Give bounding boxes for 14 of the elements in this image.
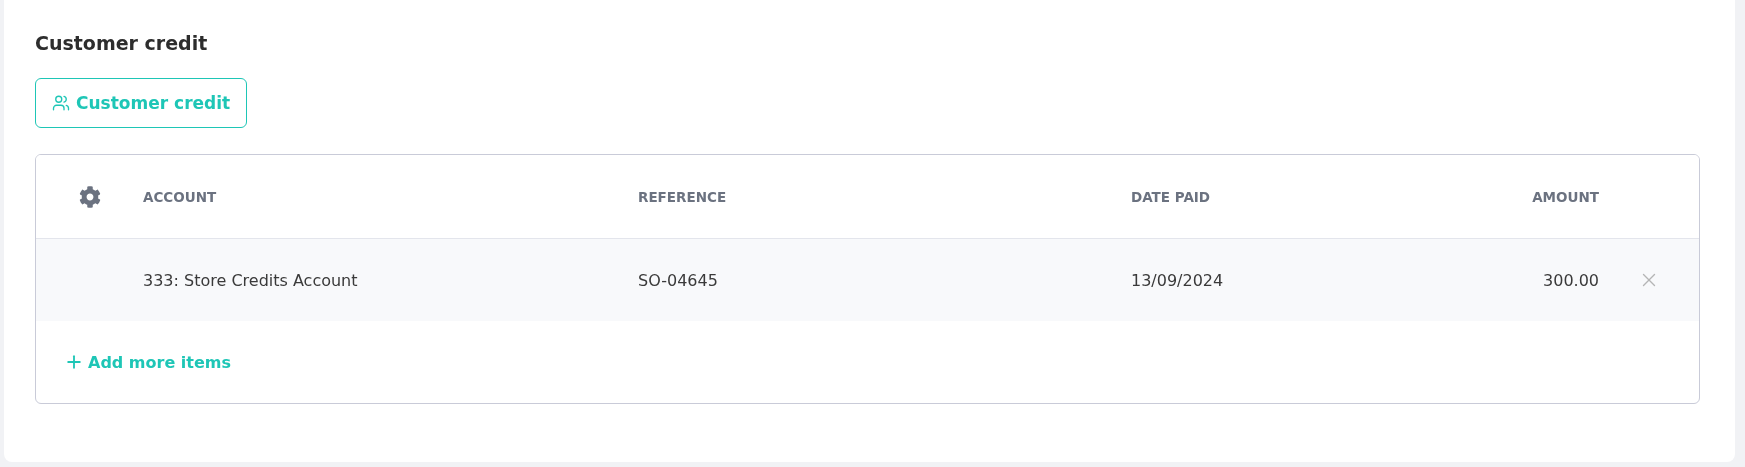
column-header: DATE PAID	[1131, 188, 1212, 205]
users-icon	[52, 94, 70, 112]
settings-icon[interactable]	[78, 185, 101, 208]
section-title: Customer credit	[35, 31, 209, 56]
table-cell-text: 13/09/2024	[1131, 270, 1225, 290]
table-cell-text: SO-04645	[638, 270, 719, 290]
customer-credit-button[interactable]: Customer credit	[35, 78, 248, 128]
table-cell-text: 333: Store Credits Account	[143, 270, 359, 290]
column-header: AMOUNT	[1531, 188, 1599, 205]
column-header: ACCOUNT	[143, 188, 218, 205]
column-header: REFERENCE	[638, 188, 728, 205]
add-items-link[interactable]: Add more items	[64, 352, 231, 372]
table-cell-text: 300.00	[1542, 270, 1599, 290]
plus-icon	[64, 352, 84, 372]
